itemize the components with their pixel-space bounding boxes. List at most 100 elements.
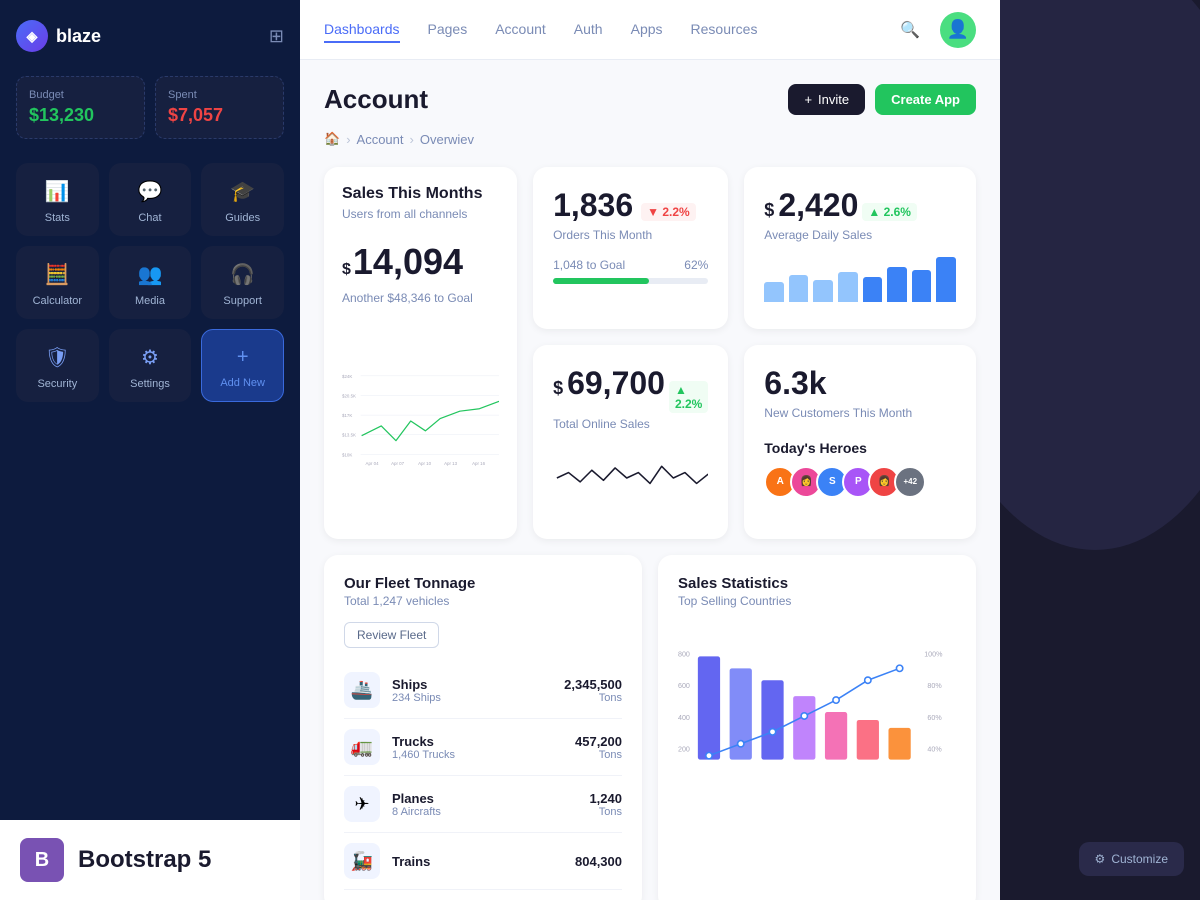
nav-pages[interactable]: Pages (428, 17, 468, 43)
bar-col7 (888, 728, 910, 760)
nav-resources[interactable]: Resources (691, 17, 758, 43)
chat-label: Chat (138, 212, 161, 224)
add-new-label: Add New (220, 377, 265, 389)
planes-sub: 8 Aircrafts (392, 806, 441, 818)
svg-text:800: 800 (678, 650, 690, 658)
trains-icon: 🚂 (344, 843, 380, 879)
sidebar-item-calculator[interactable]: 🧮 Calculator (16, 246, 99, 319)
y-label-2: $20.5K (342, 393, 356, 398)
guides-label: Guides (225, 212, 260, 224)
review-fleet-button[interactable]: Review Fleet (344, 622, 439, 648)
planes-amount: 1,240 (589, 791, 622, 806)
ships-icon: 🚢 (344, 672, 380, 708)
trains-name: Trains (392, 854, 430, 869)
topnav-actions: 🔍 👤 (892, 12, 976, 48)
progress-fill (553, 278, 649, 284)
trucks-unit: Tons (575, 749, 622, 761)
search-button[interactable]: 🔍 (892, 12, 928, 48)
nav-account[interactable]: Account (495, 17, 546, 43)
bar-7 (912, 270, 932, 303)
sidebar-item-stats[interactable]: 📊 Stats (16, 163, 99, 236)
sales-stats-title: Sales Statistics (678, 575, 956, 592)
x-label-1: Apr 04 (366, 461, 380, 466)
chat-icon: 💬 (138, 179, 163, 204)
new-customers-value: 6.3k (764, 365, 826, 401)
breadcrumb-overview: Overwiev (420, 132, 474, 147)
online-sales-label: Total Online Sales (553, 417, 708, 431)
media-icon: 👥 (138, 262, 163, 287)
bar-3 (813, 280, 833, 303)
x-label-3: Apr 10 (418, 461, 432, 466)
breadcrumb: 🏠 › Account › Overwiev (324, 131, 976, 147)
fleet-row-ships: 🚢 Ships 234 Ships 2,345,500 Tons (344, 662, 622, 719)
sidebar-menu-icon[interactable]: ⊞ (269, 26, 284, 47)
invite-button[interactable]: + Invite (788, 84, 865, 115)
trucks-icon: 🚛 (344, 729, 380, 765)
fleet-row-trains: 🚂 Trains 804,300 (344, 833, 622, 890)
progress-bar (553, 278, 708, 284)
svg-text:400: 400 (678, 714, 690, 722)
sidebar-item-guides[interactable]: 🎓 Guides (201, 163, 284, 236)
ships-name: Ships (392, 677, 441, 692)
sales-chart-container: $24K $20.5K $17K $13.5K $10K (342, 321, 499, 521)
budget-cards: Budget $13,230 Spent $7,057 (16, 76, 284, 139)
heroes-avatars: A 👩 S P 👩 +42 (764, 466, 956, 498)
sales-stats-subtitle: Top Selling Countries (678, 594, 956, 608)
customize-button[interactable]: ⚙ Customize (1079, 842, 1184, 876)
orders-badge: ▼ 2.2% (641, 203, 696, 221)
bar-col1 (698, 656, 720, 759)
online-sales-value: 69,700 (567, 365, 665, 402)
orders-card: 1,836 ▼ 2.2% Orders This Month 1,048 to … (533, 167, 728, 329)
nav-grid: 📊 Stats 💬 Chat 🎓 Guides 🧮 Calculator 👥 M… (16, 163, 284, 402)
svg-text:40%: 40% (927, 746, 942, 754)
sidebar-item-media[interactable]: 👥 Media (109, 246, 192, 319)
bar-col3 (761, 680, 783, 759)
sales-prefix: $ (342, 261, 351, 279)
nav-apps[interactable]: Apps (631, 17, 663, 43)
sidebar-item-add-new[interactable]: + Add New (201, 329, 284, 402)
sidebar-item-chat[interactable]: 💬 Chat (109, 163, 192, 236)
progress-pct: 62% (684, 258, 708, 272)
ships-sub: 234 Ships (392, 692, 441, 704)
heroes-title: Today's Heroes (764, 440, 956, 456)
calculator-icon: 🧮 (45, 262, 70, 287)
breadcrumb-sep1: › (346, 132, 350, 147)
topnav-links: Dashboards Pages Account Auth Apps Resou… (324, 17, 757, 43)
x-label-4: Apr 13 (444, 461, 458, 466)
budget-label: Budget (29, 89, 132, 101)
user-avatar[interactable]: 👤 (940, 12, 976, 48)
sales-month-title: Sales This Months (342, 185, 499, 203)
nav-auth[interactable]: Auth (574, 17, 603, 43)
planes-icon: ✈ (344, 786, 380, 822)
y-label-5: $10K (342, 452, 352, 457)
daily-sales-chart (764, 242, 956, 302)
support-icon: 🎧 (230, 262, 255, 287)
page-title: Account (324, 84, 428, 115)
orders-value: 1,836 (553, 187, 633, 224)
svg-text:80%: 80% (927, 682, 942, 690)
nav-dashboards[interactable]: Dashboards (324, 17, 400, 43)
hero-more: +42 (894, 466, 926, 498)
sidebar-header: ◈ blaze ⊞ (16, 20, 284, 52)
x-label-2: Apr 07 (391, 461, 405, 466)
sales-line-chart: $24K $20.5K $17K $13.5K $10K (342, 321, 499, 521)
bootstrap-badge: B Bootstrap 5 (0, 820, 300, 900)
sales-goal: Another $48,346 to Goal (342, 291, 499, 305)
ships-amount: 2,345,500 (564, 677, 622, 692)
breadcrumb-sep2: › (410, 132, 414, 147)
bootstrap-label: Bootstrap 5 (78, 846, 211, 874)
y-label-1: $24K (342, 374, 352, 379)
sidebar-item-security[interactable]: 🛡 Security (16, 329, 99, 402)
main-content: Dashboards Pages Account Auth Apps Resou… (300, 0, 1000, 900)
daily-sales-value: 2,420 (778, 187, 858, 224)
trucks-name: Trucks (392, 734, 455, 749)
sidebar-item-settings[interactable]: ⚙ Settings (109, 329, 192, 402)
right-panel: ⚙ Customize (1000, 0, 1200, 900)
sidebar-item-support[interactable]: 🎧 Support (201, 246, 284, 319)
trucks-sub: 1,460 Trucks (392, 749, 455, 761)
daily-sales-badge: ▲ 2.6% (862, 203, 917, 221)
x-label-5: Apr 16 (472, 461, 486, 466)
breadcrumb-home-icon: 🏠 (324, 131, 340, 147)
online-sales-prefix: $ (553, 378, 563, 399)
create-app-button[interactable]: Create App (875, 84, 976, 115)
